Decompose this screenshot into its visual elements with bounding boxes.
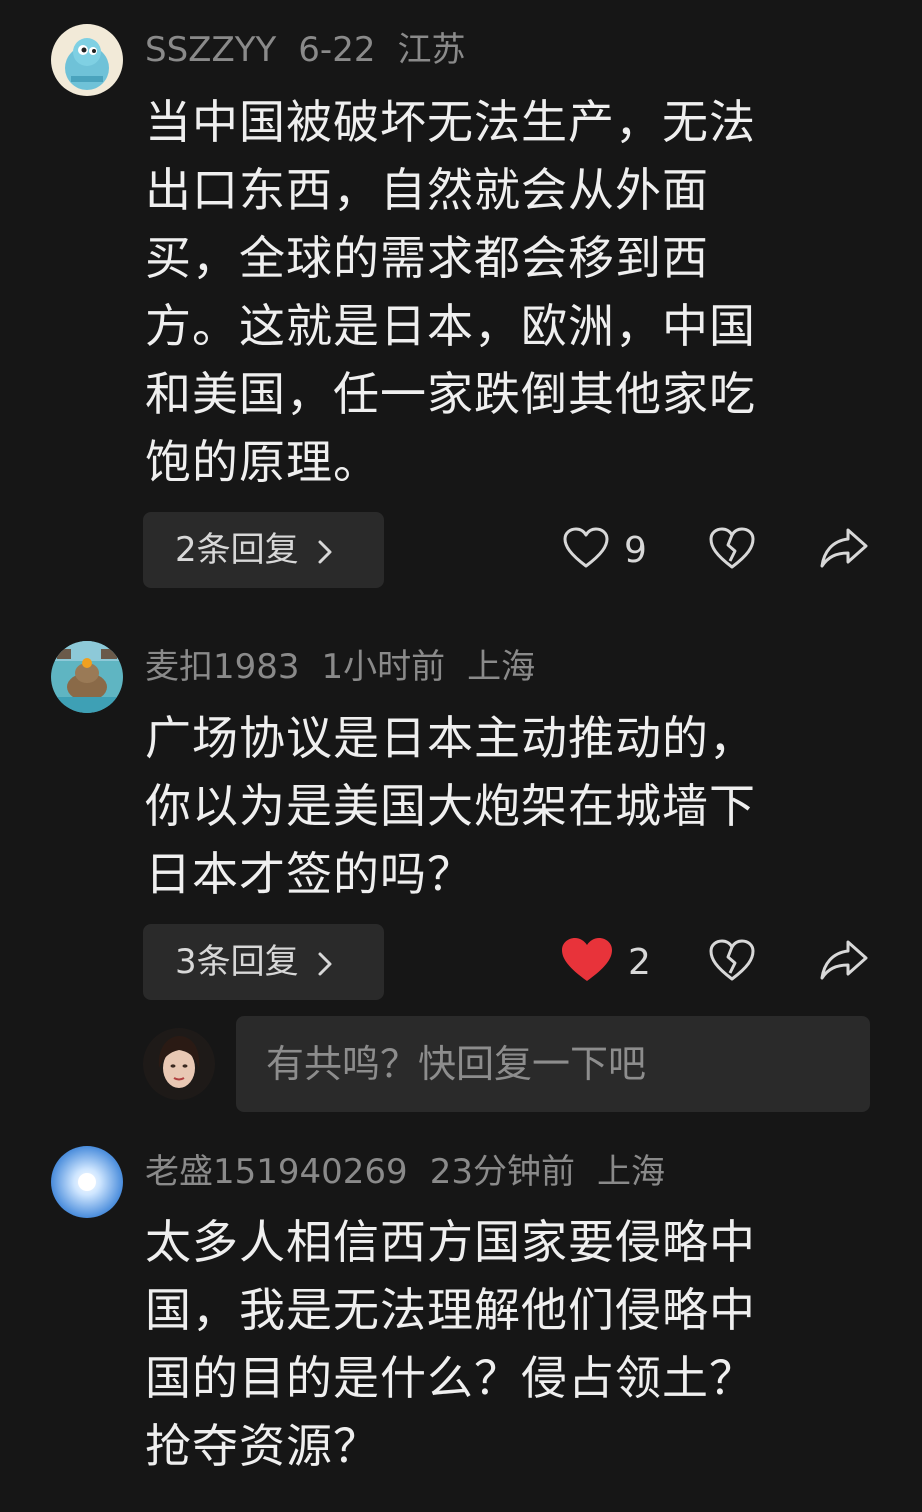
comment-meta: SSZZYY 6-22 江苏 [145,28,487,72]
share-arrow-icon [818,938,870,986]
chevron-right-icon [317,512,333,588]
comment-text-line: 和美国，任一家跌倒其他家吃 [145,367,756,421]
comment-text-line: 买，全球的需求都会移到西 [145,231,709,285]
avatar[interactable] [51,24,123,96]
timestamp: 23分钟前 [429,1152,575,1192]
like-button[interactable]: 2 [560,932,651,992]
comment-text-line: 国，我是无法理解他们侵略中 [145,1283,756,1337]
dislike-button[interactable] [708,520,756,580]
chevron-right-icon [317,924,333,1000]
share-button[interactable] [818,520,870,580]
location: 上海 [467,647,536,687]
comment-text-line: 你以为是美国大炮架在城墙下 [145,779,756,833]
comment-meta: 麦扣1983 1小时前 上海 [145,645,557,689]
view-replies-button[interactable]: 3条回复 [143,924,384,1000]
share-button[interactable] [818,932,870,992]
like-button[interactable]: 9 [562,520,647,580]
username[interactable]: 老盛151940269 [145,1152,408,1192]
heart-filled-icon [560,936,614,988]
replies-count-label: 3条回复 [175,942,299,982]
timestamp: 1小时前 [321,647,446,687]
comment-text-line: 当中国被破坏无法生产，无法 [145,95,756,149]
comment-text-line: 国的目的是什么？侵占领土？ [145,1351,756,1405]
comment-text-line: 广场协议是日本主动推动的， [145,711,756,765]
current-user-avatar[interactable] [143,1028,215,1100]
broken-heart-icon [708,525,756,575]
view-replies-button[interactable]: 2条回复 [143,512,384,588]
reply-input[interactable]: 有共鸣？快回复一下吧 [236,1016,870,1112]
location: 上海 [596,1152,665,1192]
location: 江苏 [397,30,466,70]
comment-text-line: 太多人相信西方国家要侵略中 [145,1215,756,1269]
broken-heart-icon [708,937,756,987]
avatar[interactable] [51,1146,123,1218]
avatar[interactable] [51,641,123,713]
username[interactable]: SSZZYY [145,30,276,70]
reply-composer: 有共鸣？快回复一下吧 [0,1016,922,1114]
comment-text-line: 日本才签的吗？ [145,847,474,901]
heart-outline-icon [562,526,610,574]
timestamp: 6-22 [298,30,376,70]
share-arrow-icon [818,526,870,574]
comment-text-line: 出口东西，自然就会从外面 [145,163,709,217]
comment-text-line: 饱的原理。 [145,435,380,489]
comment-text-line: 抢夺资源？ [145,1419,380,1473]
like-count: 2 [628,941,651,983]
comment-meta: 老盛151940269 23分钟前 上海 [145,1150,687,1194]
replies-count-label: 2条回复 [175,530,299,570]
dislike-button[interactable] [708,932,756,992]
comment-text-line: 方。这就是日本，欧洲，中国 [145,299,756,353]
username[interactable]: 麦扣1983 [145,647,300,687]
like-count: 9 [624,529,647,571]
